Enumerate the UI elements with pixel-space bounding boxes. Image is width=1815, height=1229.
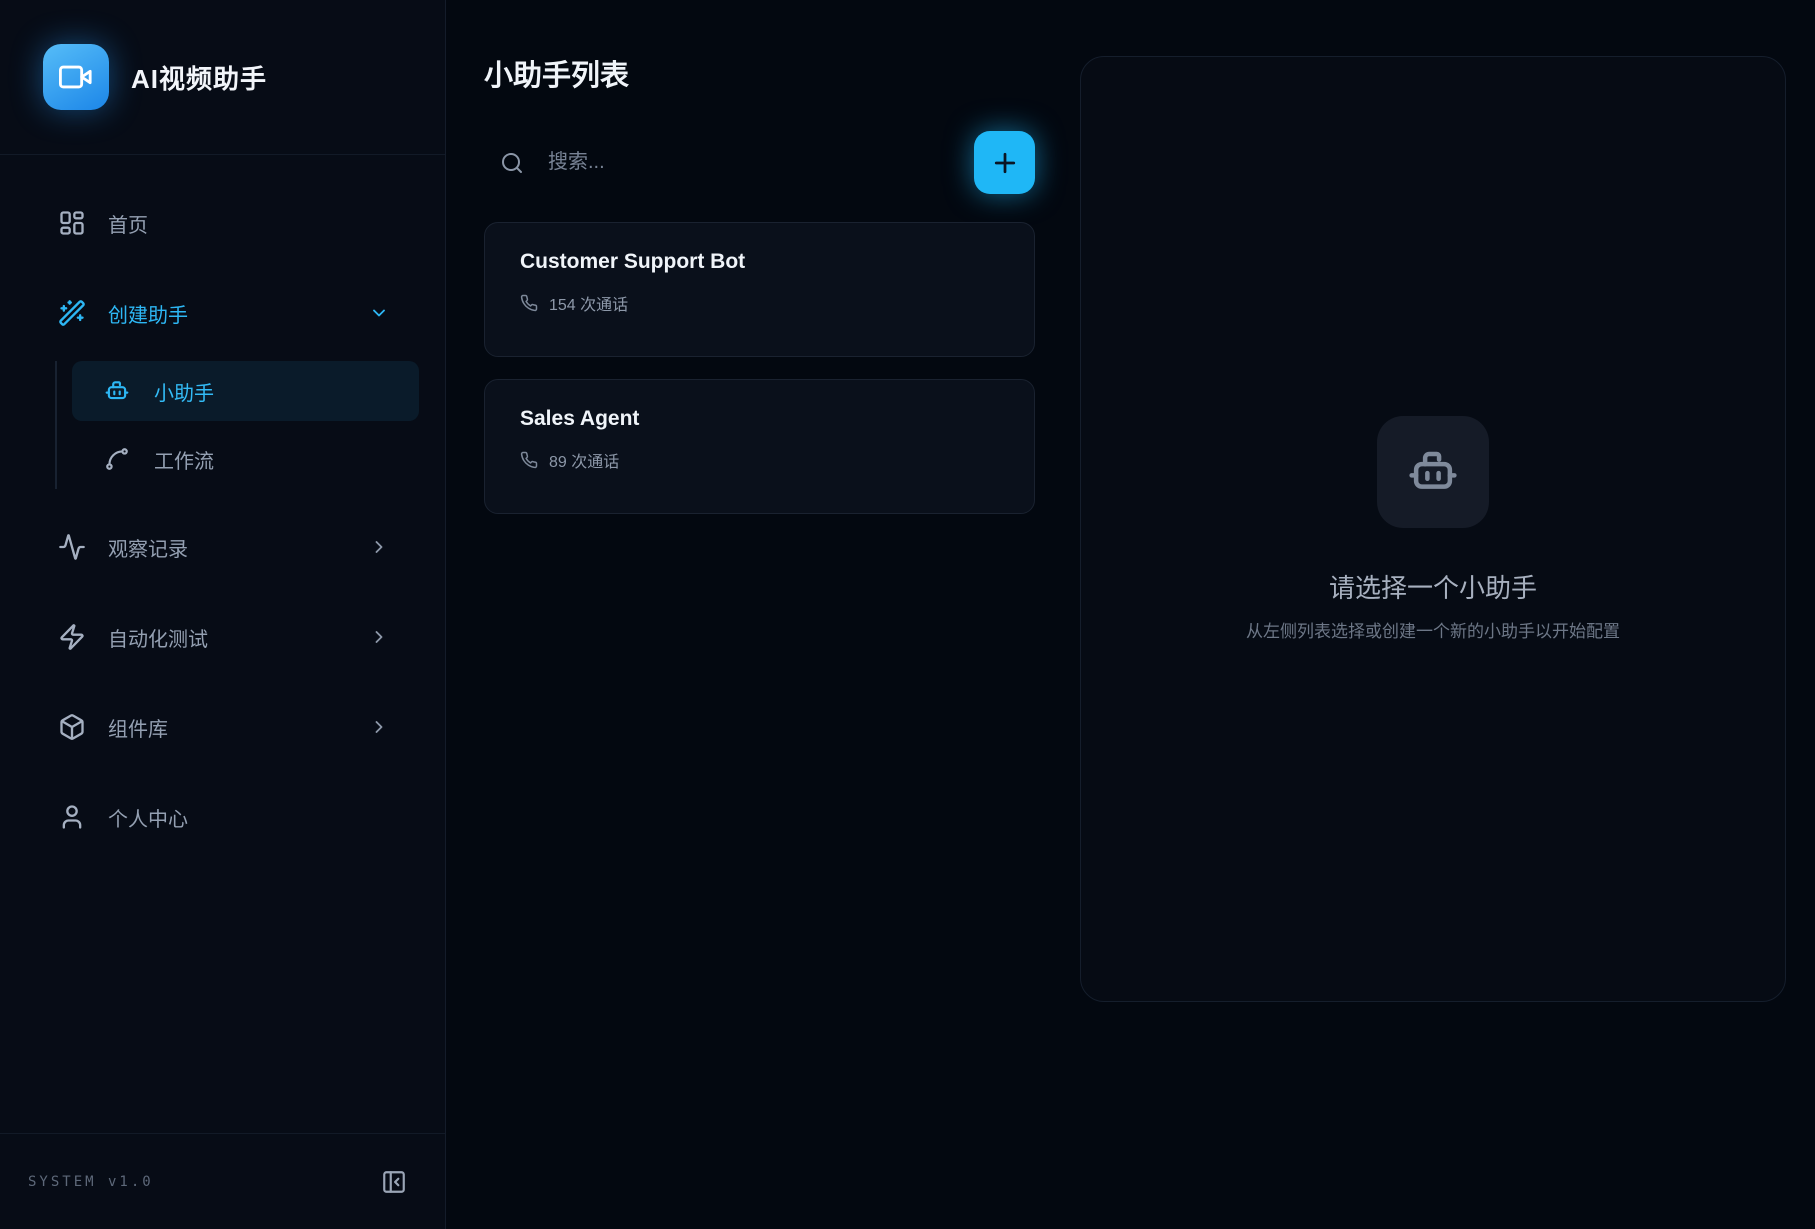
chevron-right-icon xyxy=(369,537,389,557)
sidebar-header: AI视频助手 xyxy=(0,0,445,155)
sidebar-item-label: 观察记录 xyxy=(108,533,347,562)
assistant-meta: 154 次通话 xyxy=(520,291,999,315)
assistant-name: Sales Agent xyxy=(520,407,999,431)
sidebar-item-label: 组件库 xyxy=(108,713,347,742)
sidebar-item-workflow[interactable]: 工作流 xyxy=(72,429,419,489)
sidebar-item-automation-test[interactable]: 自动化测试 xyxy=(26,609,419,665)
page-title: 小助手列表 xyxy=(484,52,1035,94)
search-icon xyxy=(500,151,524,175)
empty-state: 请选择一个小助手 从左侧列表选择或创建一个新的小助手以开始配置 xyxy=(1246,416,1620,642)
sidebar-item-label: 个人中心 xyxy=(108,803,389,832)
sidebar-item-component-library[interactable]: 组件库 xyxy=(26,699,419,755)
sidebar-footer: SYSTEM v1.0 xyxy=(0,1133,445,1229)
empty-state-icon-container xyxy=(1377,416,1489,528)
sidebar-sub-list: 小助手 工作流 xyxy=(55,361,419,489)
sidebar-item-assistants[interactable]: 小助手 xyxy=(72,361,419,421)
assistant-card[interactable]: Sales Agent 89 次通话 xyxy=(484,379,1035,514)
app-root: AI视频助手 首页 创建助手 xyxy=(0,0,1815,1229)
bot-icon xyxy=(1406,445,1460,499)
sidebar-item-label: 工作流 xyxy=(154,445,214,474)
assistant-card[interactable]: Customer Support Bot 154 次通话 xyxy=(484,222,1035,357)
sidebar-item-label: 自动化测试 xyxy=(108,623,347,652)
zap-icon xyxy=(58,623,86,651)
sidebar-item-observe-records[interactable]: 观察记录 xyxy=(26,519,419,575)
wand-sparkles-icon xyxy=(58,299,86,327)
bot-icon xyxy=(104,378,130,404)
assistant-detail-panel: 请选择一个小助手 从左侧列表选择或创建一个新的小助手以开始配置 xyxy=(1080,56,1786,1002)
sidebar-item-profile[interactable]: 个人中心 xyxy=(26,789,419,845)
sidebar-item-home[interactable]: 首页 xyxy=(26,195,419,251)
dashboard-icon xyxy=(58,209,86,237)
search-input[interactable] xyxy=(548,151,974,174)
detail-area: 请选择一个小助手 从左侧列表选择或创建一个新的小助手以开始配置 xyxy=(1080,0,1815,1229)
sidebar: AI视频助手 首页 创建助手 xyxy=(0,0,446,1229)
assistant-call-count: 154 次通话 xyxy=(549,291,628,315)
add-assistant-button[interactable] xyxy=(974,131,1035,194)
sidebar-item-label: 创建助手 xyxy=(108,299,347,328)
assistant-meta: 89 次通话 xyxy=(520,448,999,472)
system-version: SYSTEM v1.0 xyxy=(28,1174,154,1190)
chevron-down-icon xyxy=(369,303,389,323)
app-title: AI视频助手 xyxy=(131,59,267,96)
plus-icon xyxy=(990,148,1020,178)
user-icon xyxy=(58,803,86,831)
empty-state-title: 请选择一个小助手 xyxy=(1329,568,1537,605)
video-camera-icon xyxy=(59,60,93,94)
phone-icon xyxy=(520,294,538,312)
chevron-right-icon xyxy=(369,717,389,737)
phone-icon xyxy=(520,451,538,469)
collapse-sidebar-button[interactable] xyxy=(379,1167,409,1197)
sidebar-item-create-assistant[interactable]: 创建助手 xyxy=(26,285,419,341)
panel-left-close-icon xyxy=(381,1169,407,1195)
assistant-call-count: 89 次通话 xyxy=(549,448,619,472)
activity-icon xyxy=(58,533,86,561)
sidebar-item-label: 首页 xyxy=(108,209,389,238)
chevron-right-icon xyxy=(369,627,389,647)
empty-state-hint: 从左侧列表选择或创建一个新的小助手以开始配置 xyxy=(1246,617,1620,642)
assistant-name: Customer Support Bot xyxy=(520,250,999,274)
sidebar-nav: 首页 创建助手 小助手 xyxy=(0,155,445,845)
search-row xyxy=(484,130,1035,195)
assistant-list-panel: 小助手列表 Customer Support Bot 154 次通话 xyxy=(446,0,1080,1229)
sidebar-item-label: 小助手 xyxy=(154,377,214,406)
assistant-list: Customer Support Bot 154 次通话 Sales Agent… xyxy=(484,222,1035,514)
spline-icon xyxy=(104,446,130,472)
app-logo xyxy=(43,44,109,110)
box-icon xyxy=(58,713,86,741)
